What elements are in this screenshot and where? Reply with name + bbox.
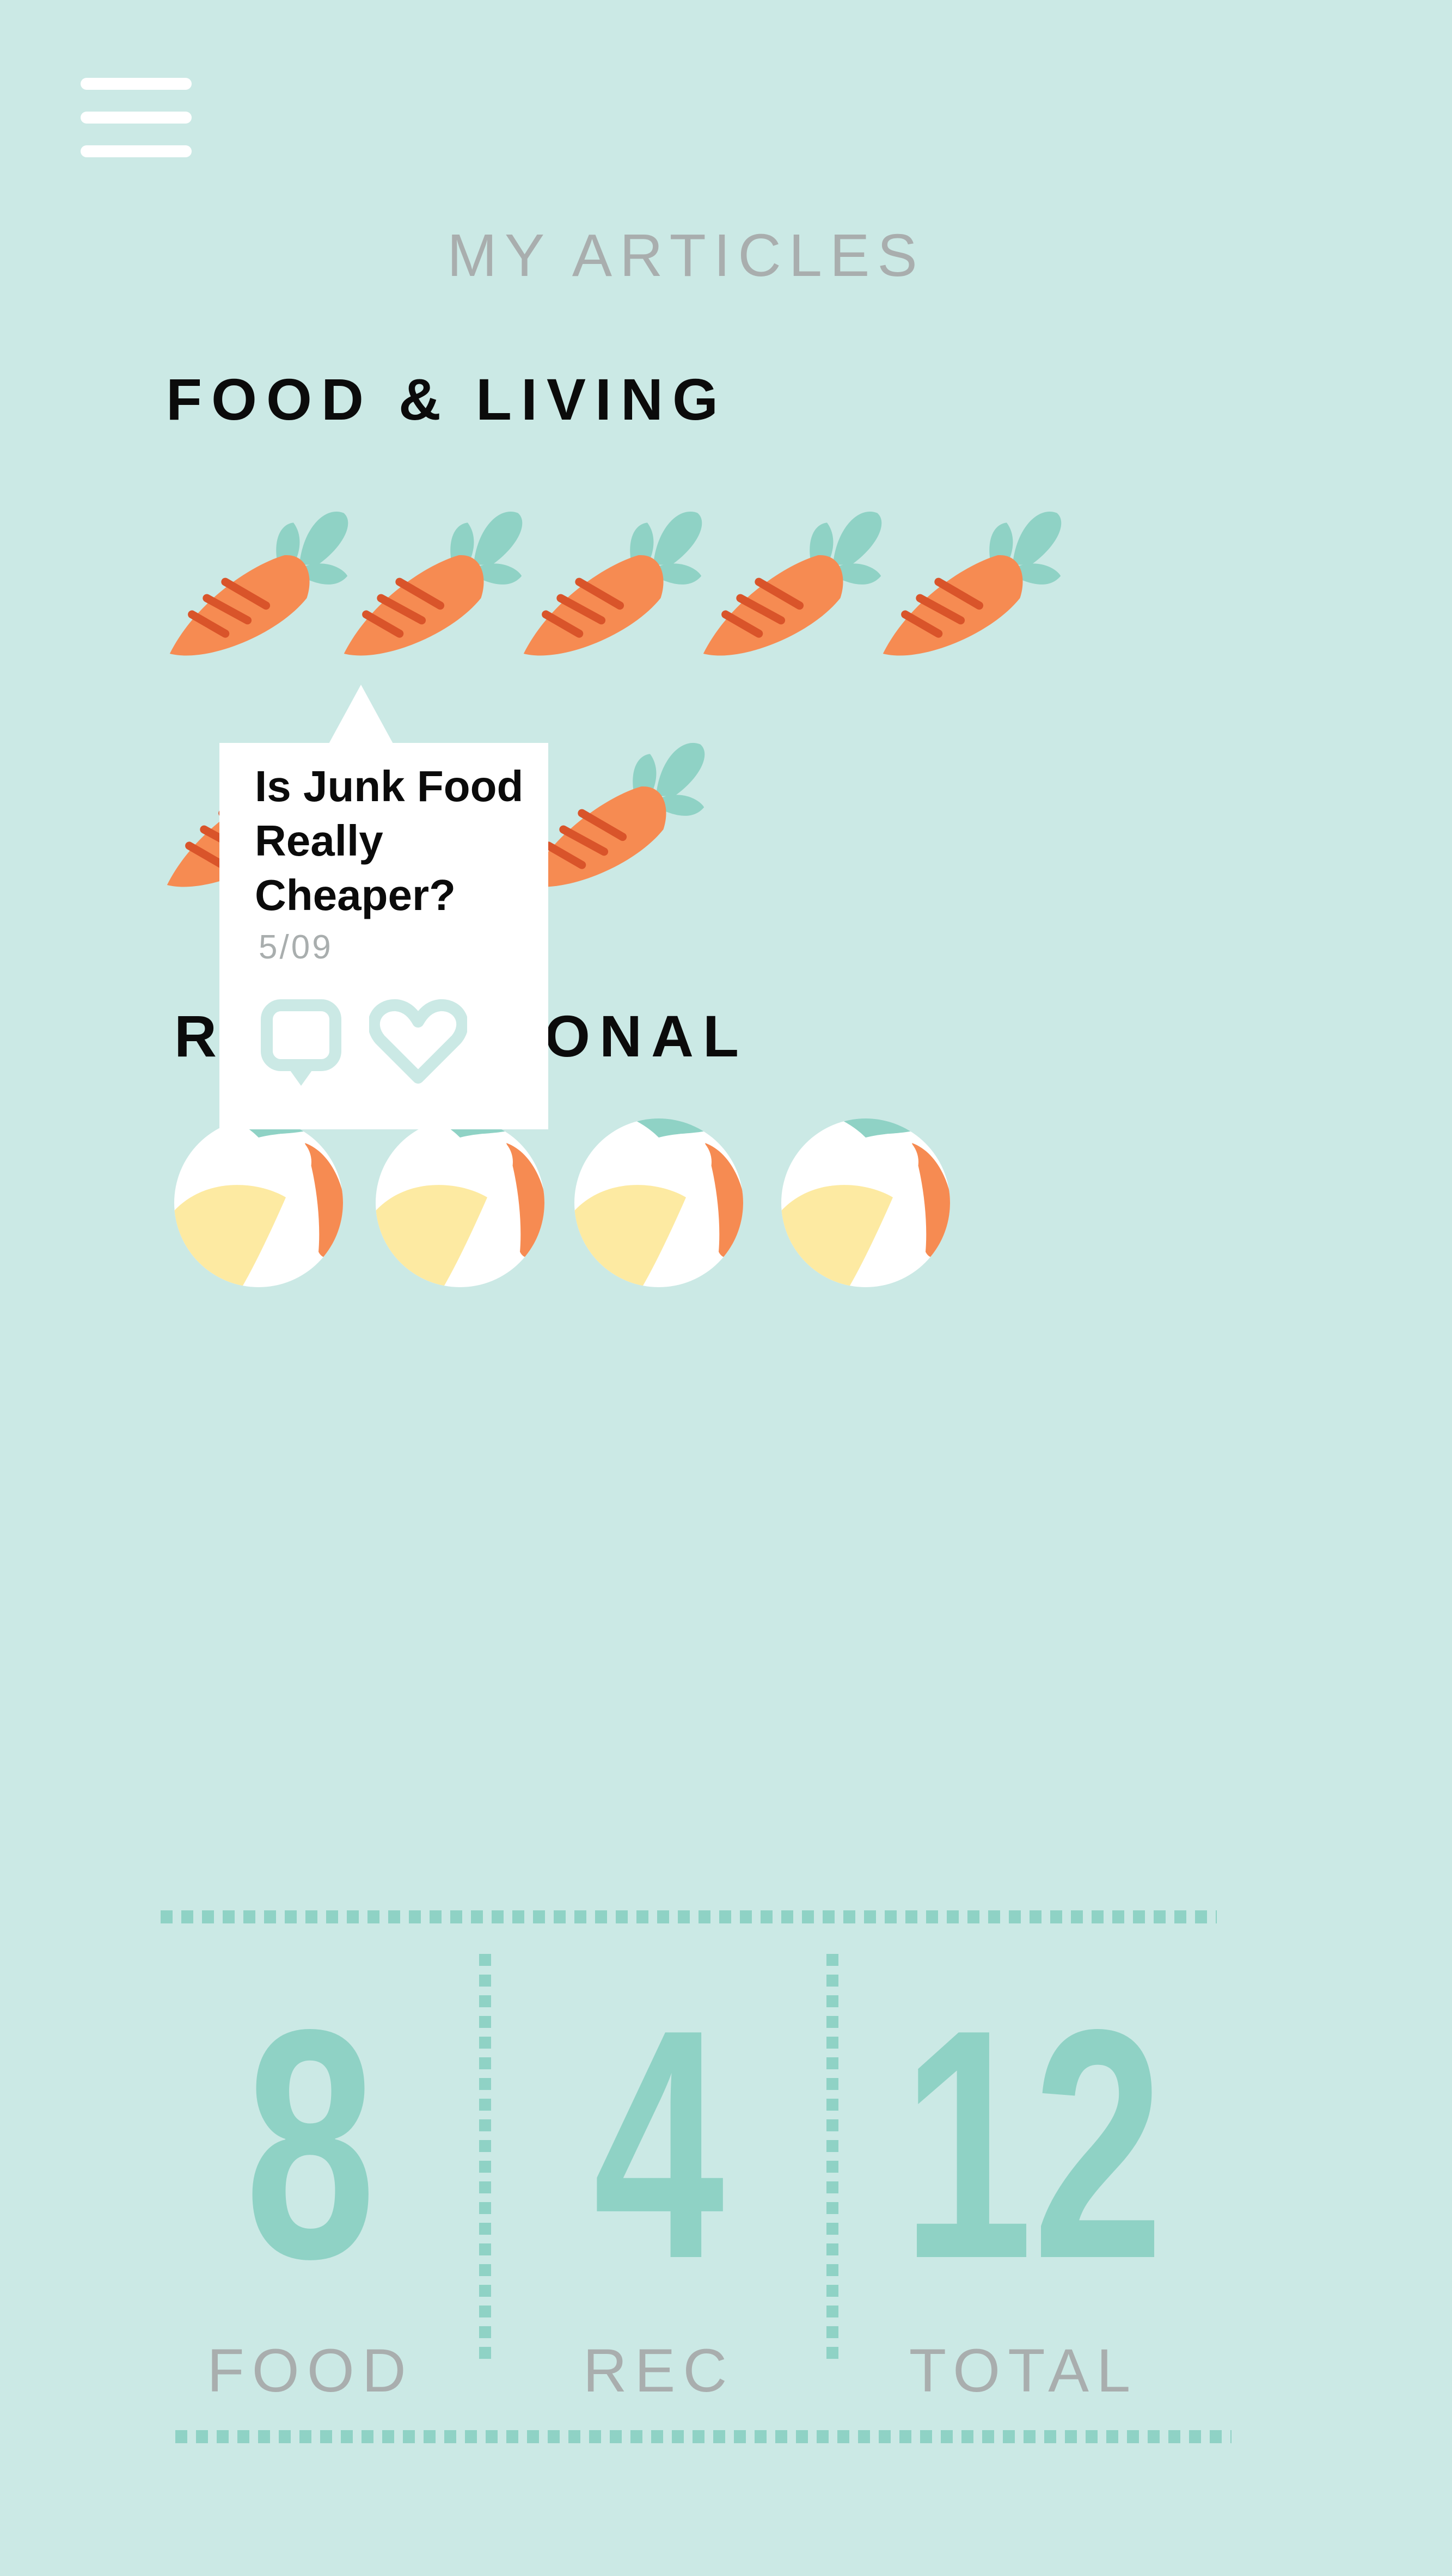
comment-icon[interactable] bbox=[260, 999, 342, 1091]
section-title-food: FOOD & LIVING bbox=[166, 366, 727, 432]
stats-divider-vertical bbox=[479, 1954, 491, 2368]
beach-ball-icon[interactable] bbox=[572, 1116, 746, 1290]
beach-ball-icon[interactable] bbox=[171, 1116, 346, 1290]
menu-button[interactable] bbox=[81, 78, 192, 157]
stats-divider-vertical bbox=[826, 1954, 838, 2368]
article-tooltip: Is Junk Food Really Cheaper? 5/09 bbox=[219, 743, 548, 1129]
hamburger-menu-icon-bar bbox=[81, 78, 192, 90]
article-date: 5/09 bbox=[259, 929, 333, 966]
heart-icon[interactable] bbox=[369, 999, 467, 1086]
stat-total-label: TOTAL bbox=[909, 2337, 1138, 2405]
carrot-icon[interactable] bbox=[523, 724, 708, 898]
stat-food-value: 8 bbox=[244, 1962, 376, 2327]
stat-rec-value: 4 bbox=[593, 1962, 725, 2327]
carrot-icon[interactable] bbox=[520, 493, 705, 667]
stat-total-value: 12 bbox=[902, 1962, 1164, 2327]
carrot-icon[interactable] bbox=[340, 493, 525, 667]
carrot-icon[interactable] bbox=[700, 493, 885, 667]
stat-rec-label: REC bbox=[583, 2337, 735, 2405]
carrot-icon[interactable] bbox=[166, 493, 351, 667]
beach-ball-icon[interactable] bbox=[373, 1116, 547, 1290]
hamburger-menu-icon-bar bbox=[81, 145, 192, 157]
hamburger-menu-icon-bar bbox=[81, 112, 192, 124]
stats-divider-top bbox=[161, 1910, 1217, 1923]
carrot-icon[interactable] bbox=[879, 493, 1064, 667]
beach-ball-icon[interactable] bbox=[779, 1116, 953, 1290]
page-title: MY ARTICLES bbox=[447, 222, 925, 289]
article-title[interactable]: Is Junk Food Really Cheaper? bbox=[255, 759, 538, 923]
stat-food-label: FOOD bbox=[207, 2337, 414, 2405]
stats-divider-bottom bbox=[175, 2430, 1232, 2443]
tooltip-arrow bbox=[328, 685, 394, 745]
